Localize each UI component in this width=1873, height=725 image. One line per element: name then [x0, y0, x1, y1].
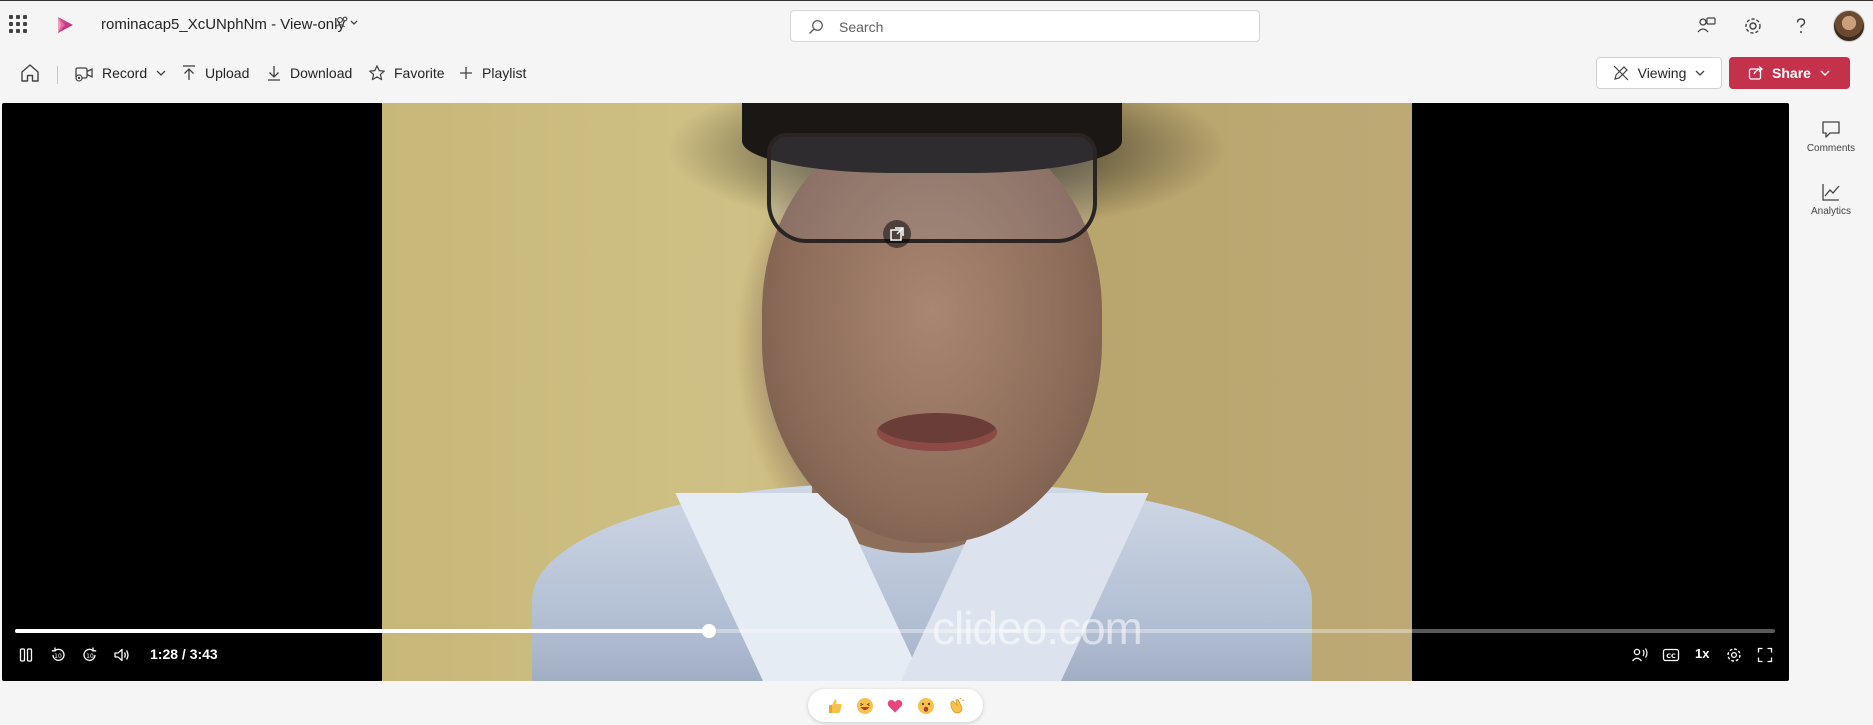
chevron-down-icon — [156, 70, 166, 76]
fullscreen-icon — [1757, 647, 1773, 663]
popout-icon — [890, 227, 904, 241]
feedback-icon[interactable] — [1695, 15, 1717, 37]
share-label: Share — [1772, 65, 1811, 81]
gear-icon — [1727, 648, 1741, 662]
video-frame — [382, 103, 1412, 681]
people-chevron-icon — [335, 16, 358, 28]
search-icon — [809, 20, 823, 34]
surprised-reaction[interactable] — [915, 695, 937, 717]
audio-description-button[interactable] — [1629, 644, 1651, 666]
heart-icon — [888, 699, 903, 712]
comments-button[interactable]: Comments — [1796, 118, 1866, 154]
video-content-mouth — [877, 413, 997, 451]
pause-button[interactable] — [15, 644, 37, 666]
top-bar: rominacap5_XcUNphNm - View-only — [0, 0, 1873, 50]
plus-icon — [460, 67, 472, 79]
captions-button[interactable]: CC — [1660, 644, 1682, 666]
time-display: 1:28 / 3:43 — [150, 646, 218, 662]
heart-reaction[interactable] — [884, 695, 906, 717]
download-icon — [268, 66, 280, 81]
picture-in-picture-button[interactable] — [883, 220, 911, 248]
fullscreen-button[interactable] — [1754, 644, 1776, 666]
svg-text:CC: CC — [1666, 652, 1676, 660]
forward-10-button[interactable]: 10 — [79, 644, 101, 666]
comment-icon — [1822, 121, 1840, 138]
closed-captions-icon: CC — [1662, 648, 1680, 662]
no-edit-icon — [1613, 65, 1629, 81]
applause-reaction[interactable] — [945, 695, 967, 717]
playlist-label: Playlist — [482, 65, 527, 81]
share-button[interactable]: Share — [1729, 57, 1850, 89]
svg-text:10: 10 — [86, 653, 94, 660]
rewind-icon: 10 — [51, 647, 65, 661]
svg-text:10: 10 — [54, 653, 62, 660]
analytics-label: Analytics — [1810, 206, 1851, 217]
chevron-down-icon — [1820, 70, 1830, 76]
volume-button[interactable] — [111, 644, 133, 666]
gear-icon[interactable] — [1742, 15, 1764, 37]
clap-icon — [950, 697, 964, 713]
share-icon — [1748, 66, 1764, 80]
video-player[interactable]: clideo.com 10 10 1:28 / 3:43 CC 1x — [2, 103, 1789, 681]
divider — [57, 66, 58, 84]
download-button[interactable]: Download — [266, 62, 352, 84]
record-icon — [75, 67, 93, 82]
speaker-person-icon — [1631, 648, 1648, 662]
thumbs-up-icon — [829, 698, 842, 713]
home-button[interactable] — [19, 62, 41, 84]
playback-speed-button[interactable]: 1x — [1695, 646, 1709, 661]
video-watermark: clideo.com — [932, 602, 1143, 654]
chevron-down-icon — [1695, 70, 1705, 76]
page-title: rominacap5_XcUNphNm - View-only — [101, 16, 345, 33]
progress-fill — [15, 629, 710, 633]
record-button[interactable]: Record — [74, 62, 167, 84]
surprised-icon — [917, 697, 934, 714]
rewind-10-button[interactable]: 10 — [47, 644, 69, 666]
playlist-button[interactable]: Playlist — [458, 62, 526, 84]
search-input[interactable] — [839, 17, 1239, 37]
command-bar: Record Upload Download Favorite Playlist — [0, 52, 1873, 94]
record-label: Record — [102, 65, 148, 81]
star-icon — [369, 65, 385, 81]
favorite-button[interactable]: Favorite — [368, 62, 445, 84]
analytics-button[interactable]: Analytics — [1796, 181, 1866, 217]
progress-bar[interactable] — [15, 624, 1775, 638]
help-icon[interactable] — [1790, 15, 1812, 37]
reactions-bar — [808, 689, 983, 722]
pause-icon — [19, 648, 33, 662]
comments-label: Comments — [1806, 143, 1856, 154]
upload-button[interactable]: Upload — [181, 62, 249, 84]
app-launcher-icon[interactable] — [9, 15, 27, 33]
avatar[interactable] — [1833, 10, 1865, 42]
favorite-label: Favorite — [394, 65, 445, 81]
like-reaction[interactable] — [824, 695, 846, 717]
download-label: Download — [290, 65, 353, 81]
laugh-icon — [857, 697, 874, 714]
upload-icon — [183, 65, 195, 80]
home-icon — [21, 64, 39, 82]
fast-forward-icon: 10 — [83, 647, 97, 661]
player-settings-button[interactable] — [1723, 644, 1745, 666]
share-access-indicator[interactable] — [334, 16, 364, 33]
video-content-glasses — [767, 133, 1097, 243]
search-box[interactable] — [790, 10, 1260, 42]
upload-label: Upload — [205, 65, 250, 81]
viewing-label: Viewing — [1637, 65, 1687, 81]
speaker-icon — [114, 648, 129, 662]
chart-line-icon — [1822, 184, 1840, 201]
stream-logo-icon — [58, 17, 73, 33]
laugh-reaction[interactable] — [854, 695, 876, 717]
viewing-mode-button[interactable]: Viewing — [1596, 57, 1722, 89]
